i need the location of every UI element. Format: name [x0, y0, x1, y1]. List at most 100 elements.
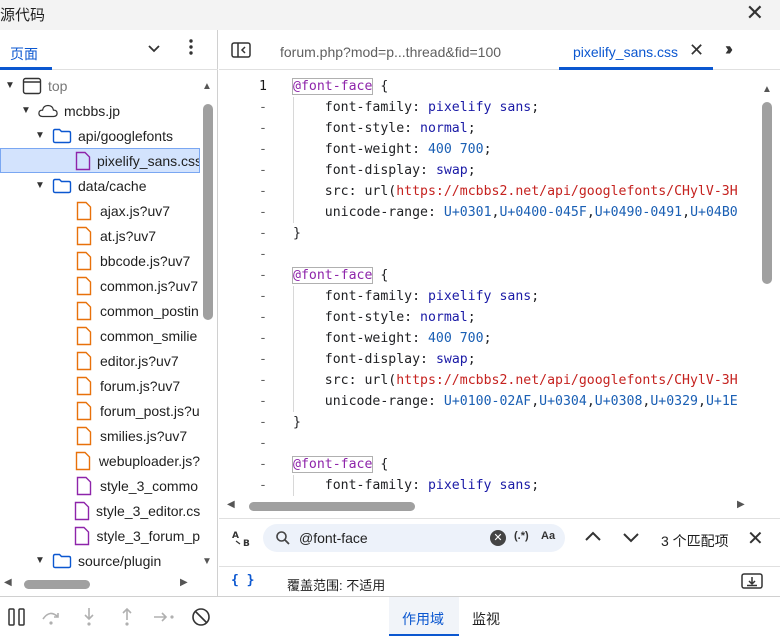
arrow-up-icon[interactable] — [581, 525, 605, 552]
kebab-menu-icon[interactable] — [188, 38, 194, 61]
tab-page[interactable]: 页面 — [10, 44, 38, 64]
css-value: U+0490-0491 — [594, 205, 683, 220]
line-number[interactable]: - — [219, 223, 267, 244]
tree-item[interactable]: forum.js?uv7 — [0, 373, 200, 398]
line-number[interactable]: - — [219, 265, 267, 286]
tree-item[interactable]: style_3_commo — [0, 473, 200, 498]
code-text: font-family: pixelify sans; — [293, 286, 539, 307]
editor-vertical-scrollbar[interactable] — [762, 102, 772, 284]
more-tabs-icon[interactable]: ›› — [725, 39, 733, 60]
close-icon[interactable]: ✕ — [689, 40, 704, 61]
scroll-right-arrow[interactable]: ▶ — [180, 577, 188, 588]
tree-item[interactable]: ▼ top — [0, 73, 200, 98]
close-icon[interactable]: ✕ — [746, 2, 764, 24]
expand-arrow-icon[interactable]: ▼ — [4, 80, 16, 91]
pretty-print-button[interactable]: { } — [231, 573, 254, 588]
tree-horizontal-scrollbar[interactable] — [24, 580, 90, 589]
expand-arrow-icon[interactable]: ▼ — [34, 555, 46, 566]
code-punct: : — [427, 394, 444, 409]
tree-item[interactable]: ajax.js?uv7 — [0, 198, 200, 223]
line-number[interactable]: - — [219, 160, 267, 181]
tree-item[interactable]: ▼ data/cache — [0, 173, 200, 198]
line-number[interactable]: - — [219, 454, 267, 475]
scroll-left-arrow[interactable]: ◀ — [227, 499, 235, 510]
line-number[interactable]: - — [219, 328, 267, 349]
tree-item[interactable]: bbcode.js?uv7 — [0, 248, 200, 273]
match-case-toggle[interactable]: Aa — [541, 530, 555, 542]
search-input[interactable] — [299, 528, 479, 548]
toggle-sidebar-icon[interactable] — [231, 42, 251, 58]
line-number[interactable]: - — [219, 118, 267, 139]
chevron-down-icon[interactable] — [146, 40, 162, 61]
code-view[interactable]: 1 @font-face {- font-family: pixelify san… — [219, 76, 764, 496]
expand-arrow-icon[interactable]: ▼ — [34, 130, 46, 141]
line-number[interactable]: - — [219, 391, 267, 412]
line-number[interactable]: - — [219, 202, 267, 223]
css-value: U+0308 — [594, 394, 643, 409]
pause-icon[interactable] — [6, 607, 28, 627]
replace-toggle-icon[interactable]: AB — [231, 529, 253, 550]
scroll-up-arrow[interactable]: ▲ — [202, 81, 212, 92]
line-number[interactable]: - — [219, 97, 267, 118]
line-number[interactable]: - — [219, 286, 267, 307]
scroll-right-arrow[interactable]: ▶ — [737, 499, 745, 510]
line-number[interactable]: - — [219, 181, 267, 202]
tree-item[interactable]: common_postin — [0, 298, 200, 323]
code-line: - font-weight: 400 700; — [219, 139, 764, 160]
tree-item[interactable]: forum_post.js?u — [0, 398, 200, 423]
css-value: U+0301 — [443, 205, 492, 220]
css-property: font-family — [293, 289, 413, 304]
expand-arrow-icon[interactable]: ▼ — [20, 105, 32, 116]
line-number[interactable]: - — [219, 475, 267, 496]
line-number[interactable]: - — [219, 307, 267, 328]
tab-forum-php[interactable]: forum.php?mod=p...thread&fid=100 — [280, 44, 501, 60]
tree-item-label: bbcode.js?uv7 — [100, 252, 191, 269]
tree-vertical-scrollbar[interactable] — [203, 104, 213, 320]
tab-scope[interactable]: 作用域 — [402, 609, 444, 629]
tree-item-label: webuploader.js? — [98, 452, 200, 469]
line-number[interactable]: - — [219, 244, 267, 265]
line-number[interactable]: - — [219, 370, 267, 391]
tree-item[interactable]: pixelify_sans.css — [0, 148, 200, 173]
close-icon[interactable]: ✕ — [747, 526, 764, 551]
download-icon[interactable] — [741, 573, 763, 589]
scroll-down-arrow[interactable]: ▼ — [202, 556, 212, 567]
tree-item[interactable]: style_3_forum_p — [0, 523, 200, 548]
clear-icon[interactable]: ✕ — [490, 530, 506, 546]
tree-item[interactable]: style_3_editor.cs — [0, 498, 200, 523]
tree-item[interactable]: common.js?uv7 — [0, 273, 200, 298]
line-number[interactable]: - — [219, 412, 267, 433]
line-number[interactable]: - — [219, 433, 267, 454]
tree-item[interactable]: editor.js?uv7 — [0, 348, 200, 373]
tree-item[interactable]: ▼ source/plugin — [0, 548, 200, 573]
code-line: - font-family: pixelify sans; — [219, 475, 764, 496]
regex-toggle[interactable]: (.*) — [514, 530, 529, 542]
editor-horizontal-scrollbar[interactable] — [249, 502, 415, 511]
tree-item[interactable]: webuploader.js? — [0, 448, 200, 473]
code-punct: { — [372, 268, 389, 283]
css-property: font-family — [293, 478, 413, 493]
tree-item[interactable]: smilies.js?uv7 — [0, 423, 200, 448]
scroll-up-arrow[interactable]: ▲ — [762, 84, 772, 95]
js-file-icon — [74, 226, 94, 245]
scroll-left-arrow[interactable]: ◀ — [4, 577, 12, 588]
svg-text:B: B — [243, 539, 250, 547]
panel-title: 源代码 — [0, 7, 46, 24]
tree-item[interactable]: ▼ api/googlefonts — [0, 123, 200, 148]
deactivate-breakpoints-icon[interactable] — [190, 607, 212, 627]
expand-arrow-icon[interactable]: ▼ — [34, 180, 46, 191]
tab-watch[interactable]: 监视 — [472, 609, 500, 629]
active-tab-indicator — [559, 67, 713, 70]
tree-item[interactable]: ▼ mcbbs.jp — [0, 98, 200, 123]
tree-item[interactable]: at.js?uv7 — [0, 223, 200, 248]
line-number[interactable]: - — [219, 349, 267, 370]
title-bar: 源代码 ✕ — [0, 0, 780, 30]
css-value: U+0304 — [539, 394, 587, 409]
arrow-down-icon[interactable] — [619, 525, 643, 552]
css-property: font-display — [293, 352, 421, 367]
tree-item[interactable]: common_smilie — [0, 323, 200, 348]
line-number[interactable]: 1 — [219, 76, 267, 97]
line-number[interactable]: - — [219, 139, 267, 160]
tab-pixelify-sans-css[interactable]: pixelify_sans.css — [573, 44, 678, 60]
tree-item-label: pixelify_sans.css — [97, 152, 200, 169]
